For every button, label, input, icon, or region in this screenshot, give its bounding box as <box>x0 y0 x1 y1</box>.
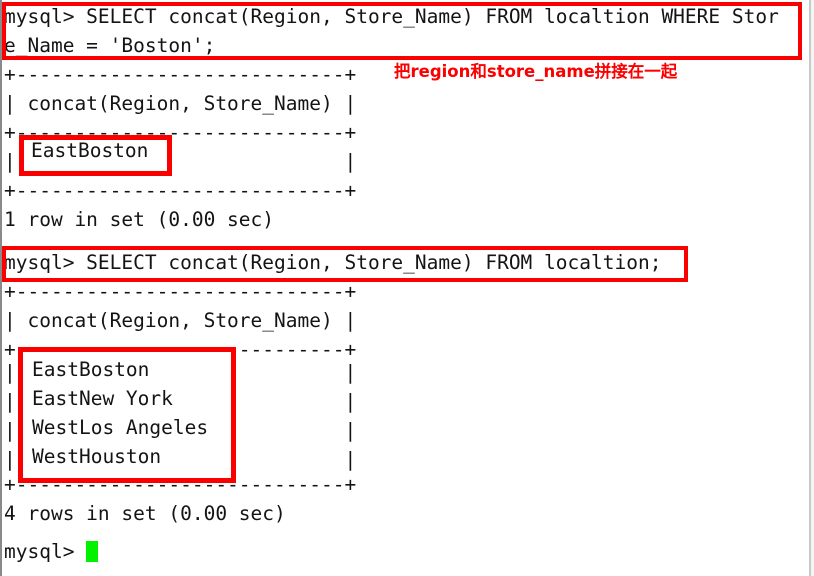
highlight-result-2-value-1: EastBoston <box>32 358 150 381</box>
terminal-screenshot: mysql> SELECT concat(Region, Store_Name)… <box>0 0 814 576</box>
table-1-separator-bottom: +----------------------------+ <box>4 179 357 202</box>
highlight-result-2-value-2: EastNew York <box>32 387 173 410</box>
table-1-separator-top: +----------------------------+ <box>4 63 357 86</box>
result-2-status: 4 rows in set (0.00 sec) <box>4 502 286 525</box>
text-cursor[interactable] <box>86 541 99 562</box>
terminal-output: mysql> SELECT concat(Region, Store_Name)… <box>4 0 810 576</box>
prompt-label: mysql> <box>4 540 87 563</box>
table-2-column-header: | concat(Region, Store_Name) | <box>4 309 357 332</box>
query-1-line-1: mysql> SELECT concat(Region, Store_Name)… <box>4 5 779 28</box>
highlight-result-2-value-4: WestHouston <box>32 445 162 468</box>
table-2-separator-top: +----------------------------+ <box>4 280 357 303</box>
result-1-status: 1 row in set (0.00 sec) <box>4 208 275 231</box>
query-2-line-1: mysql> SELECT concat(Region, Store_Name)… <box>4 251 662 274</box>
highlight-result-2-value-3: WestLos Angeles <box>32 416 209 439</box>
table-1-column-header: | concat(Region, Store_Name) | <box>4 92 357 115</box>
query-1-line-2: e_Name = 'Boston'; <box>4 34 216 57</box>
annotation-note-1: 把region和store_name拼接在一起 <box>394 62 678 81</box>
highlight-result-1-value-text: EastBoston <box>31 139 149 162</box>
final-prompt: mysql> <box>4 537 99 566</box>
window-left-border <box>0 0 2 576</box>
